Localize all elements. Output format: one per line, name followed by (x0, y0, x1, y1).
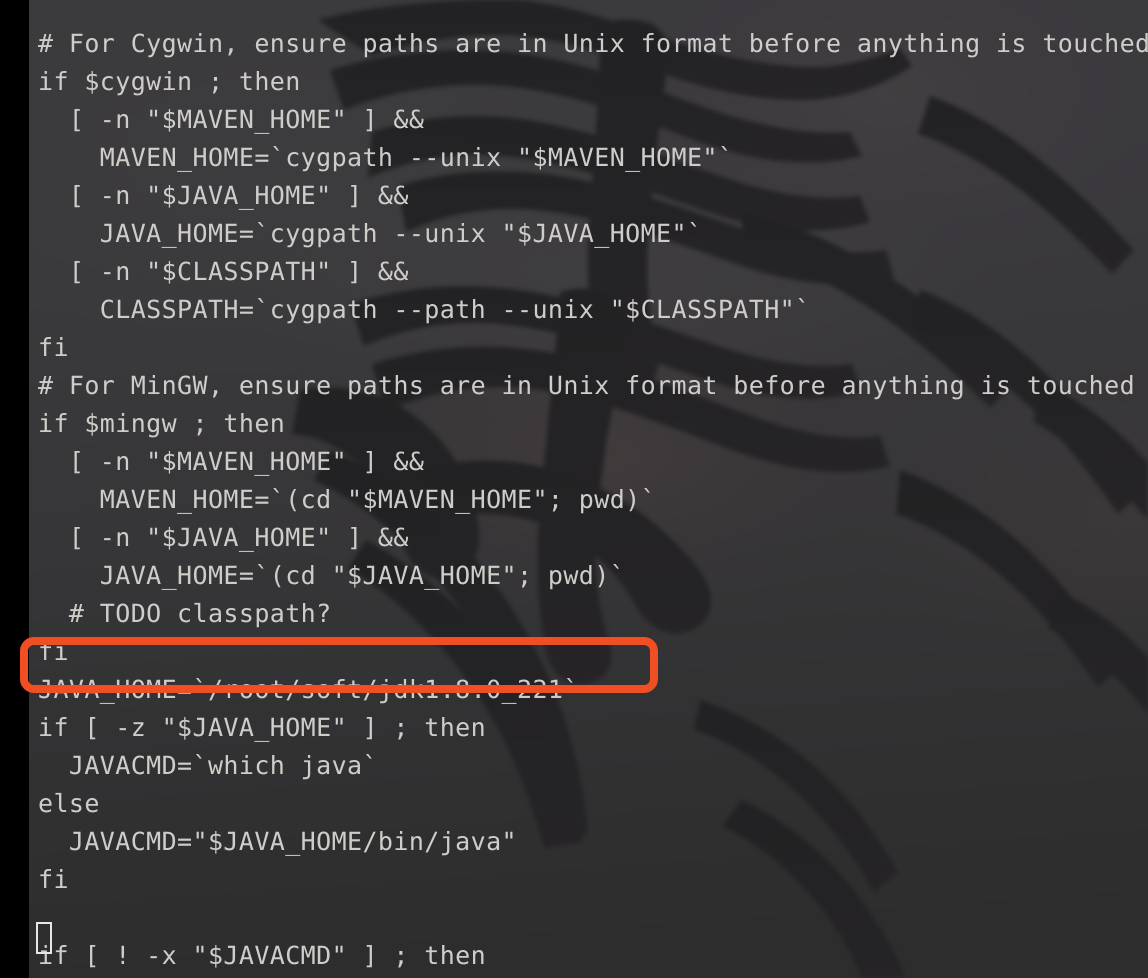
code-line[interactable]: fi (38, 861, 1148, 899)
code-line[interactable]: # For MinGW, ensure paths are in Unix fo… (38, 367, 1148, 405)
code-line[interactable]: JAVACMD=`which java` (38, 747, 1148, 785)
code-line[interactable]: JAVA_HOME=`cygpath --unix "$JAVA_HOME"` (38, 215, 1148, 253)
code-line[interactable]: JAVACMD="$JAVA_HOME/bin/java" (38, 823, 1148, 861)
code-line[interactable] (36, 899, 1148, 954)
code-line[interactable]: # TODO classpath? (38, 595, 1148, 633)
code-line[interactable]: JAVA_HOME=`(cd "$JAVA_HOME"; pwd)` (38, 557, 1148, 595)
code-line[interactable]: [ -n "$MAVEN_HOME" ] && (38, 443, 1148, 481)
code-line[interactable]: JAVA_HOME=`/root/soft/jdk1.8.0_221` (38, 671, 1148, 709)
code-line[interactable]: [ -n "$JAVA_HOME" ] && (38, 519, 1148, 557)
code-line[interactable]: [ -n "$CLASSPATH" ] && (38, 253, 1148, 291)
code-line[interactable]: [ -n "$JAVA_HOME" ] && (38, 177, 1148, 215)
code-line[interactable]: fi (38, 633, 1148, 671)
terminal-window[interactable]: # For Cygwin, ensure paths are in Unix f… (29, 0, 1148, 978)
left-bezel (0, 0, 29, 978)
code-line[interactable]: if $mingw ; then (38, 405, 1148, 443)
code-line[interactable]: fi (38, 329, 1148, 367)
code-line[interactable]: if $cygwin ; then (38, 63, 1148, 101)
screen: # For Cygwin, ensure paths are in Unix f… (0, 0, 1148, 978)
code-line[interactable]: if [ ! -x "$JAVACMD" ] ; then (38, 937, 1148, 975)
code-line[interactable]: if [ -z "$JAVA_HOME" ] ; then (38, 709, 1148, 747)
terminal-code-output[interactable]: # For Cygwin, ensure paths are in Unix f… (36, 25, 1148, 975)
code-line[interactable]: CLASSPATH=`cygpath --path --unix "$CLASS… (38, 291, 1148, 329)
code-line[interactable]: # For Cygwin, ensure paths are in Unix f… (38, 25, 1148, 63)
code-line[interactable]: else (38, 785, 1148, 823)
code-line[interactable]: MAVEN_HOME=`(cd "$MAVEN_HOME"; pwd)` (38, 481, 1148, 519)
code-line[interactable]: [ -n "$MAVEN_HOME" ] && (38, 101, 1148, 139)
code-line[interactable]: MAVEN_HOME=`cygpath --unix "$MAVEN_HOME"… (38, 139, 1148, 177)
